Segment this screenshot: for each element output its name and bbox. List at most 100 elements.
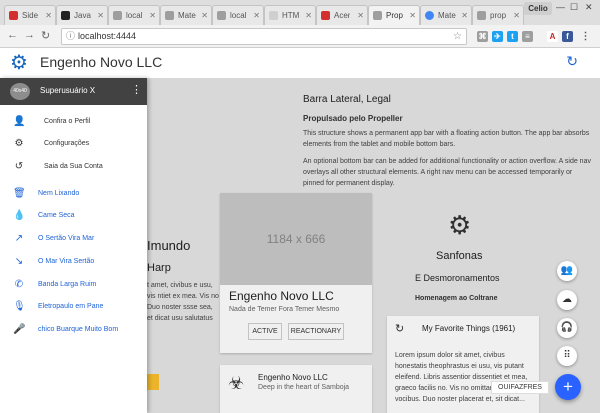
- browser-tab-2[interactable]: Java ✕: [56, 5, 108, 25]
- browser-tab-1[interactable]: Side ✕: [4, 5, 56, 25]
- drawer-item-label: Eletropaulo em Pane: [38, 303, 104, 310]
- refresh-icon[interactable]: ↻: [566, 53, 578, 70]
- window-close-icon[interactable]: ✕: [585, 2, 593, 13]
- drawer-item-label: Came Seca: [38, 212, 75, 219]
- drawer-item-carne-seca[interactable]: 💧 Came Seca: [0, 206, 147, 228]
- close-icon[interactable]: ✕: [149, 11, 156, 20]
- drawer-scrim[interactable]: [147, 78, 600, 413]
- tab-favicon: [373, 11, 382, 20]
- drawer-item-settings[interactable]: ⚙ Configurações: [0, 134, 147, 156]
- user-name: Superusuário X: [40, 86, 96, 95]
- extension-icon[interactable]: ✈: [492, 31, 503, 42]
- address-bar[interactable]: ⓘ localhost:4444 ☆: [61, 28, 467, 45]
- close-icon[interactable]: ✕: [45, 11, 52, 20]
- more-vert-icon[interactable]: ⋮: [131, 83, 142, 96]
- drawer-item-label: O Mar Vira Sertão: [38, 258, 95, 265]
- close-icon[interactable]: ✕: [305, 11, 312, 20]
- back-icon[interactable]: ←: [7, 29, 18, 41]
- browser-tab-6[interactable]: HTM ✕: [264, 5, 316, 25]
- tab-favicon: [217, 11, 226, 20]
- bookmark-star-icon[interactable]: ☆: [453, 29, 462, 44]
- group-icon: 👥: [560, 265, 574, 276]
- gear-icon: ⚙: [14, 138, 24, 149]
- browser-tab-9[interactable]: Mate ✕: [420, 5, 472, 25]
- drawer-item-profile[interactable]: 👤 Confira o Perfil: [0, 112, 147, 134]
- close-icon[interactable]: ✕: [253, 11, 260, 20]
- close-icon[interactable]: ✕: [461, 11, 468, 20]
- tab-favicon: [113, 11, 122, 20]
- close-icon[interactable]: ✕: [201, 11, 208, 20]
- extension-icon[interactable]: ≡: [522, 31, 533, 42]
- drawer-item-label: Configurações: [44, 140, 90, 147]
- mic-icon: 🎤: [13, 324, 26, 335]
- close-icon[interactable]: ✕: [513, 11, 520, 20]
- add-fab[interactable]: +: [555, 374, 581, 400]
- reload-icon[interactable]: ↻: [41, 29, 50, 42]
- trending-up-icon: ↗: [14, 233, 24, 244]
- browser-toolbar: ← → ↻ ⓘ localhost:4444 ☆ ⌘ ✈ t ≡ A f ⋮: [0, 25, 600, 48]
- drawer-item-mar-sertao[interactable]: ↘ O Mar Vira Sertão: [0, 252, 147, 274]
- tab-favicon: [321, 11, 330, 20]
- url-text: localhost:4444: [78, 31, 137, 41]
- app-viewport: ⚙ Engenho Novo LLC ↻ Barra Lateral, Lega…: [0, 48, 600, 413]
- drawer-item-logout[interactable]: ↺ Saia da Sua Conta: [0, 157, 147, 179]
- browser-tab-3[interactable]: local ✕: [108, 5, 160, 25]
- fab-tooltip: OUIFAZFRES: [491, 381, 549, 394]
- drop-icon: 💧: [13, 210, 26, 221]
- close-icon[interactable]: ✕: [409, 11, 416, 20]
- minimize-icon[interactable]: —: [556, 2, 565, 12]
- drawer-item-label: chico Buarque Muito Bom: [38, 326, 119, 333]
- cloud-icon: ☁: [562, 294, 572, 305]
- tab-label: local: [230, 11, 247, 20]
- drawer-item-eletropaulo[interactable]: 🎙 Eletropaulo em Pane: [0, 297, 147, 319]
- close-icon[interactable]: ✕: [97, 11, 104, 20]
- info-icon[interactable]: ⓘ: [66, 29, 75, 44]
- side-drawer: 40x40 Superusuário X ⋮ 👤 Confira o Perfi…: [0, 78, 147, 413]
- twitter-icon[interactable]: t: [507, 31, 518, 42]
- forward-icon[interactable]: →: [24, 29, 35, 41]
- browser-tab-10[interactable]: prop ✕: [472, 5, 524, 25]
- drawer-item-banda-larga[interactable]: ✆ Banda Larga Ruim: [0, 275, 147, 297]
- headset-fab[interactable]: 🎧: [557, 318, 577, 338]
- maximize-icon[interactable]: ☐: [570, 2, 578, 13]
- drawer-item-sertao-mar[interactable]: ↗ O Sertão Vira Mar: [0, 229, 147, 251]
- tab-favicon: [165, 11, 174, 20]
- drawer-item-label: Banda Larga Ruim: [38, 281, 97, 288]
- menu-icon[interactable]: ⋮: [580, 31, 591, 42]
- extension-icon[interactable]: ⌘: [477, 31, 488, 42]
- group-fab[interactable]: 👥: [557, 261, 577, 281]
- tab-label: Java: [74, 11, 91, 20]
- tab-favicon: [477, 11, 486, 20]
- tab-label: Mate: [178, 11, 196, 20]
- browser-tab-7[interactable]: Acer ✕: [316, 5, 368, 25]
- headset-icon: 🎧: [560, 322, 574, 333]
- tab-label: Side: [22, 11, 39, 20]
- facebook-icon[interactable]: f: [562, 31, 573, 42]
- tab-label: local: [126, 11, 143, 20]
- dialpad-fab[interactable]: ⠿: [557, 346, 577, 366]
- tab-label: Prop: [386, 11, 403, 20]
- browser-chrome: Side ✕ Java ✕ local ✕ Mate ✕ local ✕ HTM ✕ Ace…: [0, 0, 600, 48]
- drawer-item-label: O Sertão Vira Mar: [38, 235, 95, 242]
- drawer-item-chico-buarque[interactable]: 🎤 chico Buarque Muito Bom: [0, 320, 147, 342]
- cloud-fab[interactable]: ☁: [557, 290, 577, 310]
- drawer-item-label: Nem Lixando: [38, 190, 80, 197]
- drawer-header: 40x40 Superusuário X ⋮: [0, 78, 147, 105]
- tab-label: HTM: [282, 11, 300, 20]
- tab-strip: Side ✕ Java ✕ local ✕ Mate ✕ local ✕ HTM ✕ Ace…: [0, 0, 600, 25]
- tab-label: prop: [490, 11, 507, 20]
- browser-tab-4[interactable]: Mate ✕: [160, 5, 212, 25]
- tab-label: Acer: [334, 11, 351, 20]
- avatar[interactable]: 40x40: [10, 83, 30, 100]
- tab-label: Mate: [438, 11, 456, 20]
- tab-favicon: [425, 11, 434, 20]
- close-icon[interactable]: ✕: [357, 11, 364, 20]
- browser-tab-5[interactable]: local ✕: [212, 5, 264, 25]
- dialpad-icon: ⠿: [563, 350, 571, 361]
- font-icon[interactable]: A: [547, 31, 558, 42]
- profile-button[interactable]: Celio: [524, 2, 552, 15]
- trash-icon: 🗑: [13, 188, 26, 199]
- drawer-item-nem-lixando[interactable]: 🗑 Nem Lixando: [0, 184, 147, 206]
- person-icon: 👤: [13, 116, 26, 127]
- browser-tab-8[interactable]: Prop ✕: [368, 5, 420, 25]
